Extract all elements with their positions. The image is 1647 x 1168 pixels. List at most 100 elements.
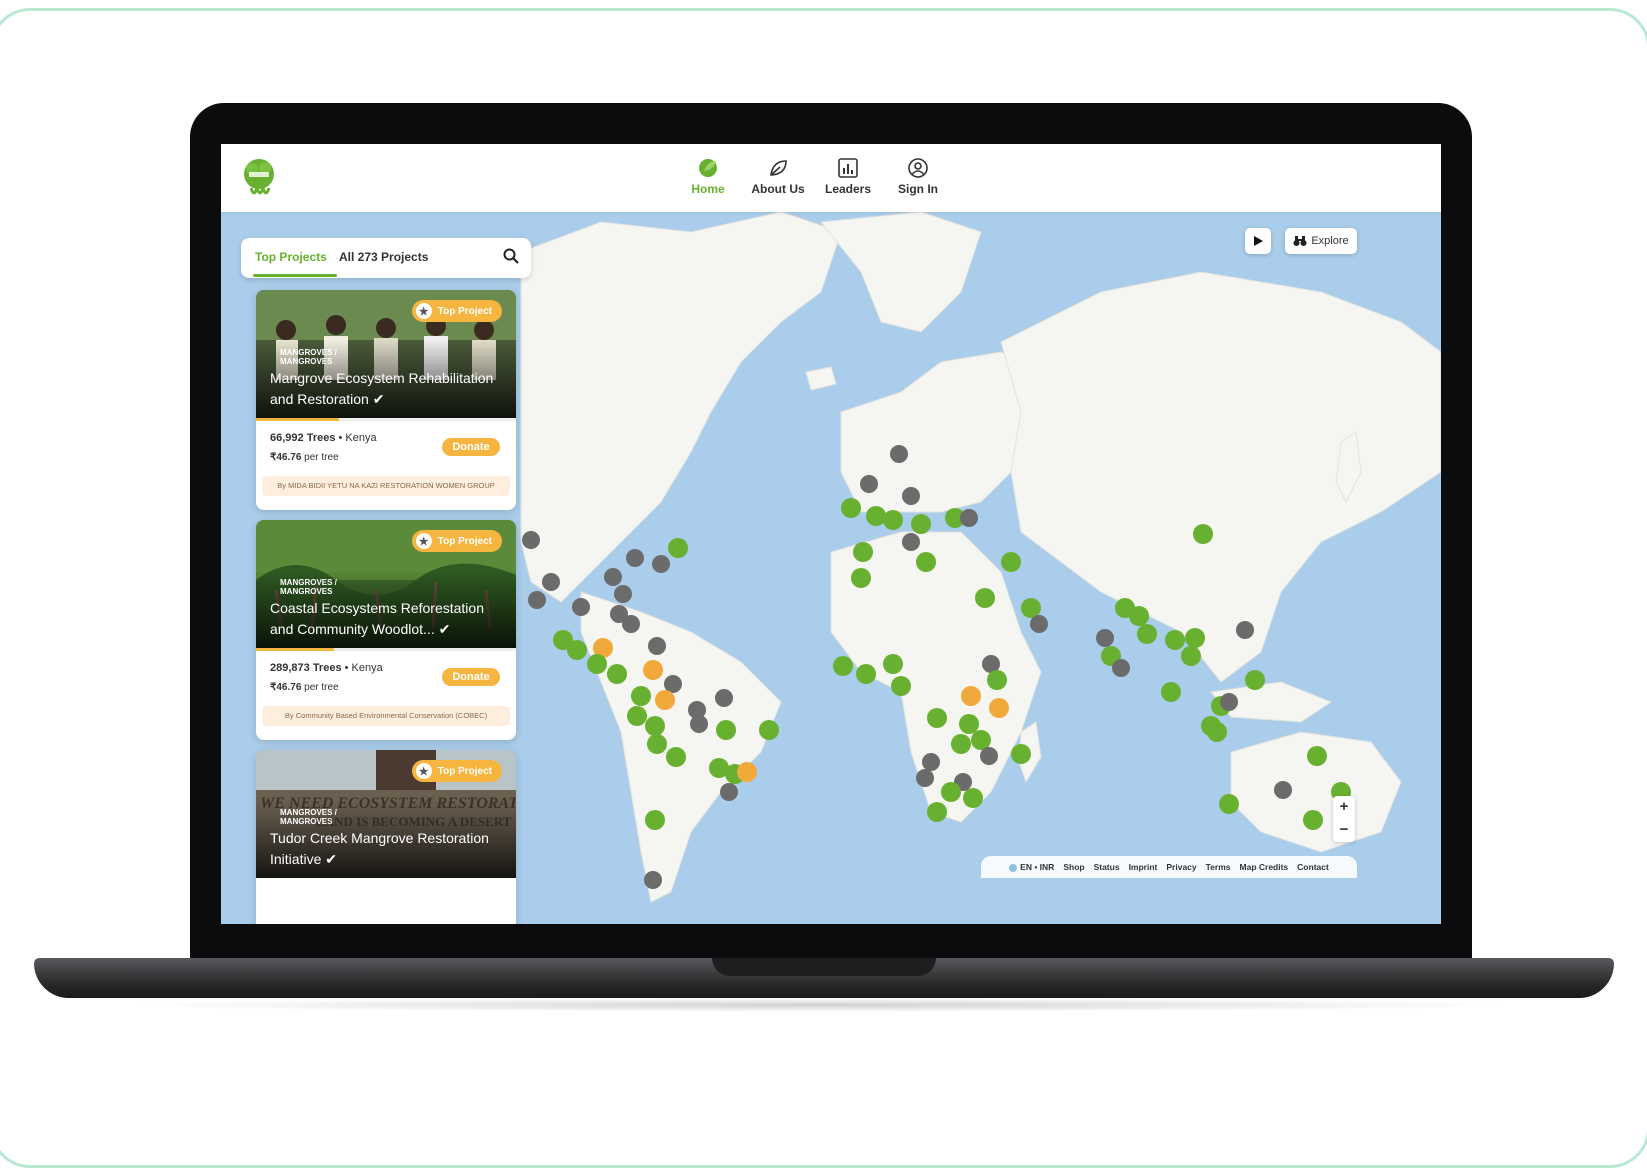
verified-icon: ✔ [325,851,337,867]
pin-gray [542,573,560,591]
project-card[interactable]: WE NEED ECOSYSTEM RESTORATION LAND IS BE… [256,750,516,924]
category-line: MANGROVES / [280,808,337,817]
leaf-outline-icon [770,160,787,176]
search-icon[interactable] [503,248,519,264]
category-line: MANGROVES / [280,348,337,357]
footer-link-contact[interactable]: Contact [1297,862,1329,872]
pin-green [716,720,736,740]
explore-button[interactable]: Explore [1285,228,1357,254]
pin-green [951,734,971,754]
pin-gray [902,487,920,505]
play-button[interactable] [1245,228,1271,254]
user-circle-icon [908,158,928,178]
greenland [820,211,982,333]
tree-count-value: 66,992 Trees [270,432,336,444]
active-tab-indicator [253,274,337,277]
pin-green [856,664,876,684]
zoom-out-button[interactable]: − [1333,819,1355,842]
language-currency-selector[interactable]: EN • INR [1009,862,1054,872]
project-title-text: Coastal Ecosystems Reforestation and Com… [270,600,484,637]
donate-button[interactable]: Donate [442,668,500,686]
project-title: Coastal Ecosystems Reforestation and Com… [270,598,510,640]
pin-gray [648,637,666,655]
plant-for-the-planet-logo[interactable] [239,156,279,200]
footer-link-status[interactable]: Status [1094,862,1120,872]
pin-green [975,588,995,608]
pin-green [759,720,779,740]
funding-progress-fill [256,648,334,651]
pin-orange [643,660,663,680]
tree-count-value: 289,873 Trees [270,662,342,674]
pin-green [607,664,627,684]
badge-label: Top Project [437,765,492,777]
nav-about-us[interactable]: About Us [743,154,813,196]
pin-green [1303,810,1323,830]
pin-gray [690,715,708,733]
pin-gray [902,533,920,551]
tab-all-projects[interactable]: All 273 Projects [339,250,428,264]
project-category: MANGROVES / MANGROVES [280,348,337,366]
tree-price: ₹46.76 per tree [270,682,339,693]
project-title: Mangrove Ecosystem Rehabilitation and Re… [270,368,510,410]
pin-green [883,510,903,530]
nav-about-us-label: About Us [751,182,805,196]
pin-gray [1274,781,1292,799]
category-line: MANGROVES [280,587,333,596]
pin-gray [916,769,934,787]
price-suffix: per tree [301,682,339,693]
project-card[interactable]: ★ Top Project MANGROVES / MANGROVES Coasta… [256,520,516,740]
top-project-badge: ★ Top Project [411,300,502,322]
project-country: • Kenya [341,662,383,674]
star-icon: ★ [415,303,432,319]
pin-gray [720,783,738,801]
pin-gray [980,747,998,765]
main-nav: Home About Us Leaders Sign In [673,154,953,196]
tree-count: 289,873 Trees • Kenya [270,662,383,674]
pin-gray [644,871,662,889]
pin-gray [522,531,540,549]
pin-green [567,640,587,660]
footer-link-imprint[interactable]: Imprint [1129,862,1158,872]
project-title: Tudor Creek Mangrove Restoration Initiat… [270,828,510,870]
category-line: MANGROVES [280,817,333,826]
pin-gray [1096,629,1114,647]
language-currency-label: EN • INR [1020,862,1055,872]
star-icon: ★ [415,533,432,549]
nav-leaders[interactable]: Leaders [813,154,883,196]
pin-gray [572,598,590,616]
category-line: MANGROVES [280,357,333,366]
tab-top-projects[interactable]: Top Projects [255,250,327,264]
south-america [580,591,782,903]
star-icon: ★ [415,763,432,779]
project-card[interactable]: ★ Top Project MANGROVES / MANGROVES Mangro… [256,290,516,510]
pin-green [959,714,979,734]
leaf-globe-icon [699,159,717,177]
footer-link-map-credits[interactable]: Map Credits [1240,862,1289,872]
donate-button[interactable]: Donate [442,438,500,456]
pin-green [1207,722,1227,742]
pin-gray [922,753,940,771]
pin-green [1193,524,1213,544]
price-value: ₹46.76 [270,452,302,463]
pin-gray [1030,615,1048,633]
footer-link-privacy[interactable]: Privacy [1166,862,1196,872]
project-organization: By Community Based Environmental Conserv… [262,706,510,726]
pin-gray [604,568,622,586]
footer-link-terms[interactable]: Terms [1206,862,1231,872]
zoom-controls: + − [1333,796,1355,842]
explore-label: Explore [1311,235,1349,247]
pin-green [1185,628,1205,648]
project-category: MANGROVES / MANGROVES [280,578,337,596]
footer-link-shop[interactable]: Shop [1063,862,1084,872]
nav-home[interactable]: Home [673,154,743,196]
pin-green [645,716,665,736]
project-country: • Kenya [335,432,377,444]
project-list-header: Top Projects All 273 Projects [241,238,531,278]
pin-green [911,514,931,534]
pin-orange [655,690,675,710]
pin-green [627,706,647,726]
nav-sign-in[interactable]: Sign In [883,154,953,196]
play-icon [1254,236,1263,246]
pin-green [853,542,873,562]
zoom-in-button[interactable]: + [1333,796,1355,819]
